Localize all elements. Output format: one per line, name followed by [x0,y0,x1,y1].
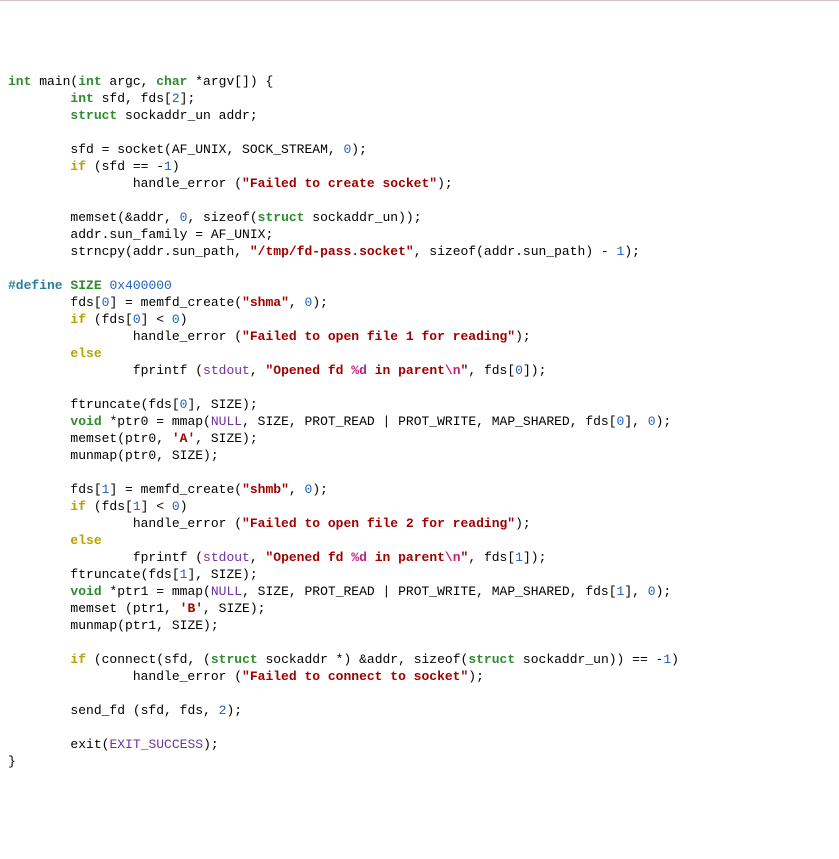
code-block: int main(int argc, char *argv[]) { int s… [8,73,831,770]
code-line: int main(int argc, char *argv[]) { [8,74,273,89]
keyword-struct: struct [211,652,258,667]
const-null: NULL [211,414,242,429]
code-line: else [8,533,102,548]
keyword-struct: struct [70,108,117,123]
code-line: if (fds[1] < 0) [8,499,188,514]
code-line: fprintf (stdout, "Opened fd %d in parent… [8,363,546,378]
keyword-else: else [70,533,101,548]
keyword-if: if [70,159,86,174]
code-line: handle_error ("Failed to create socket")… [8,176,453,191]
keyword-int: int [70,91,93,106]
code-line: if (sfd == -1) [8,159,180,174]
string-literal: "shmb" [242,482,289,497]
number: 0 [172,312,180,327]
keyword-struct: struct [258,210,305,225]
escape-newline: \n [445,550,461,565]
string-literal: "Failed to connect to socket" [242,669,468,684]
code-line: munmap(ptr0, SIZE); [8,448,219,463]
code-line: int sfd, fds[2]; [8,91,195,106]
code-line: fprintf (stdout, "Opened fd %d in parent… [8,550,546,565]
code-line: strncpy(addr.sun_path, "/tmp/fd-pass.soc… [8,244,640,259]
code-line: if (connect(sfd, (struct sockaddr *) &ad… [8,652,679,667]
keyword-int: int [78,74,101,89]
number: 0 [172,499,180,514]
number: 0 [515,363,523,378]
keyword-char: char [156,74,187,89]
code-line: ftruncate(fds[0], SIZE); [8,397,258,412]
string-literal: "shma" [242,295,289,310]
string-literal: "/tmp/fd-pass.socket" [250,244,414,259]
code-line: void *ptr1 = mmap(NULL, SIZE, PROT_READ … [8,584,671,599]
code-line: handle_error ("Failed to open file 1 for… [8,329,531,344]
code-line: exit(EXIT_SUCCESS); [8,737,219,752]
code-line: if (fds[0] < 0) [8,312,188,327]
keyword-void: void [70,414,101,429]
string-literal: "Opened fd [265,363,351,378]
number: 0 [133,312,141,327]
keyword-struct: struct [468,652,515,667]
code-line: #define SIZE 0x400000 [8,278,172,293]
string-literal: "Failed to open file 1 for reading" [242,329,515,344]
string-literal: "Failed to open file 2 for reading" [242,516,515,531]
code-line: fds[1] = memfd_create("shmb", 0); [8,482,328,497]
string-literal: "Failed to create socket" [242,176,437,191]
string-literal: in parent [367,550,445,565]
code-line: struct sockaddr_un addr; [8,108,258,123]
keyword-else: else [70,346,101,361]
keyword-if: if [70,312,86,327]
const-null: NULL [211,584,242,599]
number: 1 [164,159,172,174]
code-line: addr.sun_family = AF_UNIX; [8,227,273,242]
code-line: void *ptr0 = mmap(NULL, SIZE, PROT_READ … [8,414,671,429]
code-line: sfd = socket(AF_UNIX, SOCK_STREAM, 0); [8,142,367,157]
char-literal: 'A' [172,431,195,446]
code-line: memset(ptr0, 'A', SIZE); [8,431,258,446]
code-line: } [8,754,16,769]
number: 0 [648,414,656,429]
number: 0 [648,584,656,599]
keyword-if: if [70,499,86,514]
code-line: else [8,346,102,361]
format-spec: %d [351,550,367,565]
number: 0x400000 [109,278,171,293]
code-line: fds[0] = memfd_create("shma", 0); [8,295,328,310]
keyword-if: if [70,652,86,667]
code-line: memset(&addr, 0, sizeof(struct sockaddr_… [8,210,422,225]
code-line: send_fd (sfd, fds, 2); [8,703,242,718]
keyword-int: int [8,74,31,89]
const-exit-success: EXIT_SUCCESS [109,737,203,752]
code-line: handle_error ("Failed to connect to sock… [8,669,484,684]
string-literal: in parent [367,363,445,378]
code-line: munmap(ptr1, SIZE); [8,618,219,633]
escape-newline: \n [445,363,461,378]
const-stdout: stdout [203,363,250,378]
char-literal: 'B' [180,601,203,616]
preproc-define: #define [8,278,63,293]
const-stdout: stdout [203,550,250,565]
number: 1 [133,499,141,514]
code-line: memset (ptr1, 'B', SIZE); [8,601,265,616]
number: 1 [515,550,523,565]
define-name: SIZE [70,278,101,293]
format-spec: %d [351,363,367,378]
code-line: ftruncate(fds[1], SIZE); [8,567,258,582]
code-line: handle_error ("Failed to open file 2 for… [8,516,531,531]
number: 2 [172,91,180,106]
number: 1 [663,652,671,667]
keyword-void: void [70,584,101,599]
string-literal: "Opened fd [265,550,351,565]
